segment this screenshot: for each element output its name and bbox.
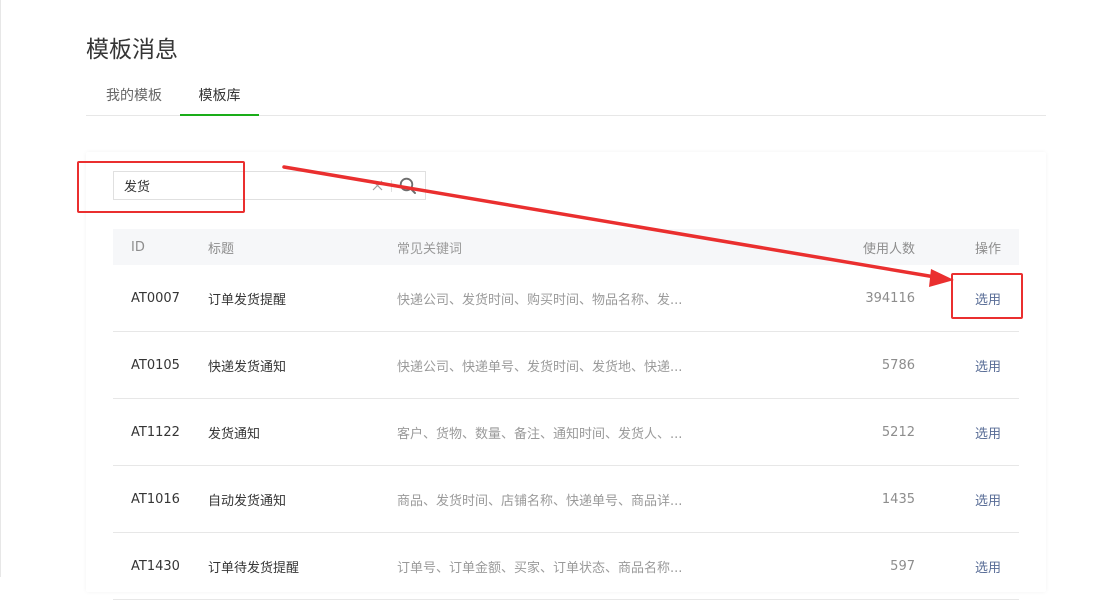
page-title: 模板消息: [86, 37, 178, 63]
search-divider: [391, 180, 392, 192]
row-usage-count: 1435: [881, 491, 915, 507]
tab-bar: 我的模板 模板库: [86, 80, 1046, 116]
search-box: [113, 171, 426, 200]
template-table: ID 标题 常见关键词 使用人数 操作 AT0007 订单发货提醒 快递公司、发…: [113, 229, 1019, 600]
row-title: 订单发货提醒: [208, 292, 287, 308]
row-id: AT1016: [131, 491, 180, 507]
table-row: AT1016 自动发货通知 商品、发货时间、店铺名称、快递单号、商品详... 1…: [113, 466, 1019, 533]
header-usage-count: 使用人数: [862, 241, 915, 257]
row-title: 自动发货通知: [208, 493, 287, 509]
row-usage-count: 597: [890, 558, 915, 574]
search-input[interactable]: [124, 172, 364, 199]
row-keywords: 客户、货物、数量、备注、通知时间、发货人、...: [397, 426, 683, 442]
select-button[interactable]: 选用: [975, 399, 1001, 465]
tab-my-templates[interactable]: 我的模板: [104, 80, 164, 115]
row-keywords: 订单号、订单金额、买家、订单状态、商品名称...: [397, 560, 683, 576]
row-keywords: 快递公司、发货时间、购买时间、物品名称、发...: [397, 292, 683, 308]
row-keywords: 商品、发货时间、店铺名称、快递单号、商品详...: [397, 493, 683, 509]
row-title: 订单待发货提醒: [208, 560, 300, 576]
table-header: ID 标题 常见关键词 使用人数 操作: [113, 229, 1019, 265]
table-row: AT1122 发货通知 客户、货物、数量、备注、通知时间、发货人、... 521…: [113, 399, 1019, 466]
row-usage-count: 5212: [881, 424, 915, 440]
table-row: AT1430 订单待发货提醒 订单号、订单金额、买家、订单状态、商品名称... …: [113, 533, 1019, 600]
close-icon[interactable]: [371, 179, 384, 192]
row-id: AT1430: [131, 558, 180, 574]
row-title: 快递发货通知: [208, 359, 287, 375]
row-id: AT0105: [131, 357, 180, 373]
search-icon[interactable]: [399, 177, 417, 195]
header-action: 操作: [974, 241, 1001, 257]
row-keywords: 快递公司、快递单号、发货时间、发货地、快递...: [397, 359, 683, 375]
table-row: AT0007 订单发货提醒 快递公司、发货时间、购买时间、物品名称、发... 3…: [113, 265, 1019, 332]
select-button[interactable]: 选用: [975, 332, 1001, 398]
tab-template-library[interactable]: 模板库: [180, 80, 259, 116]
row-title: 发货通知: [208, 426, 261, 442]
row-id: AT0007: [131, 290, 180, 306]
header-title: 标题: [208, 241, 235, 257]
row-usage-count: 5786: [881, 357, 915, 373]
row-id: AT1122: [131, 424, 180, 440]
left-border: [0, 0, 1, 577]
header-keywords: 常见关键词: [397, 241, 463, 257]
select-button[interactable]: 选用: [975, 466, 1001, 532]
row-usage-count: 394116: [865, 290, 915, 306]
select-button[interactable]: 选用: [975, 265, 1001, 331]
table-row: AT0105 快递发货通知 快递公司、快递单号、发货时间、发货地、快递... 5…: [113, 332, 1019, 399]
header-id: ID: [131, 239, 145, 255]
select-button[interactable]: 选用: [975, 533, 1001, 599]
